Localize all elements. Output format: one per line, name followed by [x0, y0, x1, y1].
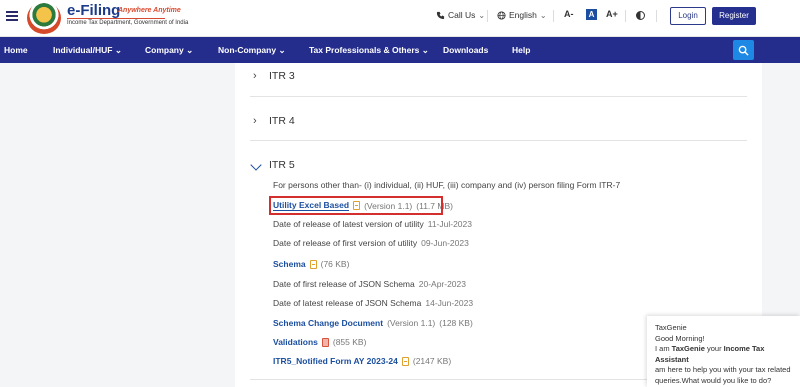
taxgenie-chat-widget[interactable]: TaxGenie Good Morning! I am TaxGenie you…: [647, 316, 800, 387]
register-button[interactable]: Register: [712, 7, 756, 25]
search-button[interactable]: [733, 40, 754, 60]
validations-size: (855 KB): [332, 337, 367, 347]
login-button[interactable]: Login: [670, 7, 706, 25]
chevron-right-icon[interactable]: ›: [253, 70, 257, 82]
font-increase-button[interactable]: A+: [606, 9, 618, 19]
first-utility-release-row: Date of release of first version of util…: [273, 238, 469, 248]
download-file-icon[interactable]: [309, 259, 317, 269]
chevron-down-icon: ⌄: [478, 10, 486, 20]
nav-tax-professionals[interactable]: Tax Professionals & Others ⌄: [309, 45, 429, 56]
nav-company[interactable]: Company ⌄: [145, 45, 193, 56]
schema-change-version: (Version 1.1): [387, 318, 436, 328]
chat-line-3: queries.What would you like to do?: [655, 375, 772, 385]
accordion-itr5[interactable]: ITR 5: [269, 159, 295, 171]
hamburger-menu-icon[interactable]: [6, 11, 18, 21]
latest-json-release-row: Date of latest release of JSON Schema 14…: [273, 298, 473, 308]
chat-bot-name: TaxGenie: [671, 344, 705, 353]
schema-change-link[interactable]: Schema Change Document: [273, 318, 383, 328]
latest-utility-release-row: Date of release of latest version of uti…: [273, 219, 472, 229]
pdf-file-icon[interactable]: [321, 337, 329, 347]
nav-individual-huf[interactable]: Individual/HUF ⌄: [53, 45, 122, 56]
divider: [250, 140, 747, 141]
chevron-down-icon[interactable]: [250, 159, 262, 171]
notified-form-link[interactable]: ITR5_Notified Form AY 2023-24: [273, 356, 398, 366]
font-normal-button[interactable]: A: [586, 9, 597, 20]
first-release-value: 09-Jun-2023: [421, 238, 469, 248]
header-separator: [625, 10, 626, 22]
download-file-icon[interactable]: [401, 356, 409, 366]
nav-non-company[interactable]: Non-Company ⌄: [218, 45, 286, 56]
chat-intro-prefix: I am: [655, 344, 672, 353]
latest-release-value: 11-Jul-2023: [427, 219, 472, 229]
itr5-description: For persons other than- (i) individual, …: [273, 180, 620, 190]
language-selector[interactable]: English ⌄: [497, 10, 547, 20]
chat-line-2: am here to help you with your tax relate…: [655, 365, 791, 374]
logo-divider: [67, 18, 165, 19]
contrast-toggle-icon[interactable]: [636, 11, 645, 20]
schema-row: Schema (76 KB): [273, 259, 349, 269]
validations-link[interactable]: Validations: [273, 337, 318, 347]
first-json-release-row: Date of first release of JSON Schema 20-…: [273, 279, 466, 289]
validations-row: Validations (855 KB): [273, 337, 366, 347]
first-json-value: 20-Apr-2023: [418, 279, 466, 289]
chevron-down-icon: ⌄: [421, 45, 429, 55]
font-decrease-button[interactable]: A-: [564, 9, 574, 19]
schema-change-size: (128 KB): [439, 318, 473, 328]
first-json-label: Date of first release of JSON Schema: [273, 279, 415, 289]
chevron-down-icon: ⌄: [539, 10, 547, 20]
nav-tax-professionals-label: Tax Professionals & Others: [309, 45, 420, 55]
accordion-itr3[interactable]: ITR 3: [269, 70, 295, 82]
description-text: For persons other than- (i) individual, …: [273, 180, 621, 190]
utility-highlight-annotation: [269, 196, 443, 215]
chat-greeting: Good Morning!: [655, 333, 705, 343]
chevron-down-icon: ⌄: [278, 45, 286, 55]
header-separator: [553, 10, 554, 22]
logo-title[interactable]: e-Filing: [67, 2, 120, 19]
nav-help-label: Help: [512, 45, 531, 55]
nav-help[interactable]: Help: [512, 45, 530, 55]
logo-subtitle: Income Tax Department, Government of Ind…: [67, 20, 189, 26]
national-emblem-logo: [27, 2, 61, 34]
nav-home-label: Home: [4, 45, 28, 55]
nav-non-company-label: Non-Company: [218, 45, 277, 55]
call-us-label: Call Us: [448, 10, 476, 20]
nav-individual-label: Individual/HUF: [53, 45, 113, 55]
nav-home[interactable]: Home: [4, 45, 28, 55]
chat-title: TaxGenie: [655, 323, 687, 332]
language-label: English: [509, 10, 537, 20]
latest-json-label: Date of latest release of JSON Schema: [273, 298, 422, 308]
header-separator: [487, 10, 488, 22]
header-separator: [656, 10, 657, 22]
latest-json-value: 14-Jun-2023: [425, 298, 474, 308]
accordion-itr4[interactable]: ITR 4: [269, 115, 295, 127]
nav-downloads-label: Downloads: [443, 45, 489, 55]
notified-form-row: ITR5_Notified Form AY 2023-24 (2147 KB): [273, 356, 451, 366]
call-us-menu[interactable]: Call Us ⌄: [436, 10, 485, 20]
nav-downloads[interactable]: Downloads: [443, 45, 488, 55]
top-header: e-Filing Anywhere Anytime Income Tax Dep…: [0, 0, 800, 37]
notified-form-size: (2147 KB): [412, 356, 452, 366]
schema-link[interactable]: Schema: [273, 259, 306, 269]
first-release-label: Date of release of first version of util…: [273, 238, 418, 248]
latest-release-label: Date of release of latest version of uti…: [273, 219, 424, 229]
search-icon: [738, 45, 749, 56]
phone-icon: [436, 11, 445, 19]
logo-tagline: Anywhere Anytime: [118, 7, 181, 14]
schema-size: (76 KB): [320, 259, 350, 269]
chat-intro-line: I am TaxGenie your Income Tax Assistant: [655, 344, 792, 365]
main-navigation: Home Individual/HUF ⌄ Company ⌄ Non-Comp…: [0, 37, 800, 63]
chevron-down-icon: ⌄: [114, 45, 122, 55]
globe-icon: [497, 10, 506, 20]
chevron-down-icon: ⌄: [186, 45, 194, 55]
chevron-right-icon[interactable]: ›: [253, 115, 257, 127]
schema-change-row: Schema Change Document (Version 1.1) (12…: [273, 318, 473, 328]
chat-intro-mid: your: [704, 344, 724, 353]
divider: [250, 96, 747, 97]
nav-company-label: Company: [145, 45, 184, 55]
